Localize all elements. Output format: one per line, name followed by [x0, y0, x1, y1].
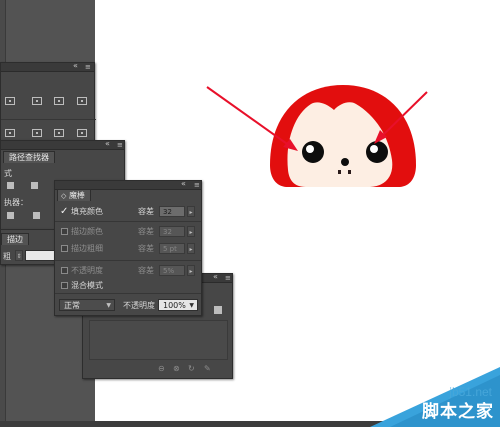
artwork-layer: [206, 85, 428, 187]
annotation-arrow-left: [206, 86, 291, 147]
tooth-left: [338, 170, 341, 174]
character-artwork[interactable]: [270, 85, 416, 187]
left-eye: [302, 141, 324, 163]
watermark: jb51.net 脚本之家: [350, 367, 500, 427]
right-eye: [366, 141, 388, 163]
right-eye-highlight: [370, 145, 378, 153]
left-eye-highlight: [306, 145, 314, 153]
watermark-site-name: 脚本之家: [422, 402, 494, 422]
nose: [341, 158, 349, 166]
tooth-right: [348, 170, 351, 174]
